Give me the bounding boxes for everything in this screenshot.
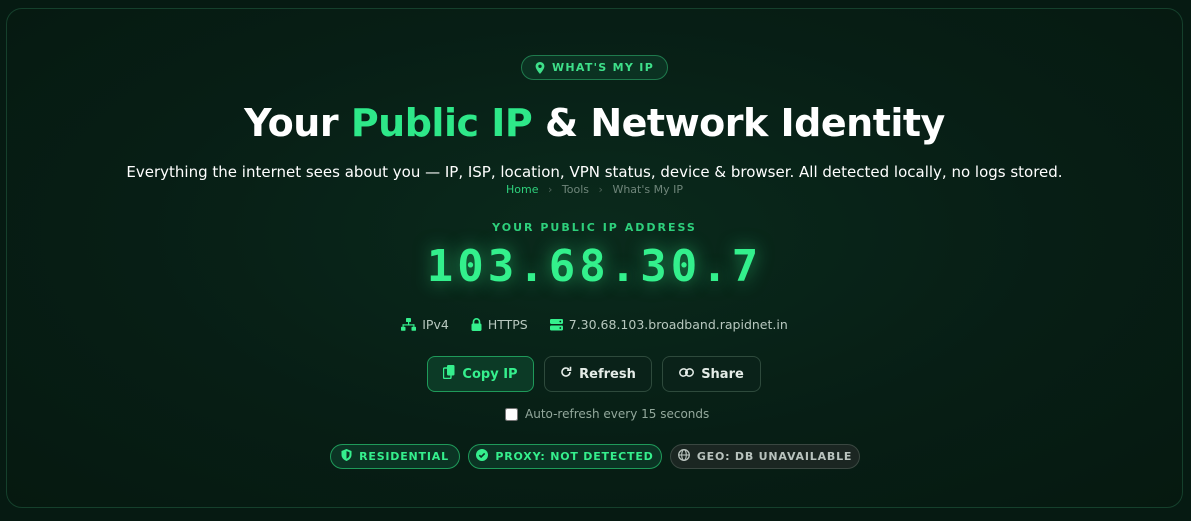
ip-version: IPv4 xyxy=(401,317,449,332)
copy-ip-label: Copy IP xyxy=(462,366,518,382)
badge-label: WHAT'S MY IP xyxy=(551,61,655,74)
chevron-right-icon: › xyxy=(598,183,603,196)
share-button[interactable]: Share xyxy=(662,356,761,392)
lock-icon xyxy=(471,318,482,331)
protocol: HTTPS xyxy=(471,317,528,332)
share-label: Share xyxy=(701,366,744,382)
status-tags: RESIDENTIAL PROXY: NOT DETECTED GEO: DB … xyxy=(330,444,860,469)
ip-card: WHAT'S MY IP Your Public IP & Network Id… xyxy=(6,8,1183,508)
page-subtitle: Everything the internet sees about you —… xyxy=(126,163,1063,181)
title-part-1: Your xyxy=(244,101,351,145)
action-buttons: Copy IP Refresh Share xyxy=(427,356,761,392)
ip-version-text: IPv4 xyxy=(422,317,449,332)
auto-refresh-checkbox[interactable] xyxy=(505,407,518,421)
refresh-button[interactable]: Refresh xyxy=(544,356,652,392)
ip-address-value: 103.68.30.7 xyxy=(426,241,763,292)
hostname-text: 7.30.68.103.broadband.rapidnet.in xyxy=(568,317,788,332)
chevron-right-icon: › xyxy=(548,183,553,196)
residential-badge: RESIDENTIAL xyxy=(330,444,460,469)
refresh-icon xyxy=(560,366,572,382)
page-title: Your Public IP & Network Identity xyxy=(7,101,1182,145)
residential-label: RESIDENTIAL xyxy=(359,450,449,463)
ip-address-label: YOUR PUBLIC IP ADDRESS xyxy=(492,221,697,234)
copy-icon xyxy=(443,365,455,383)
breadcrumb-current: What's My IP xyxy=(612,183,683,196)
auto-refresh-label: Auto-refresh every 15 seconds xyxy=(525,407,710,421)
copy-ip-button[interactable]: Copy IP xyxy=(427,356,534,392)
network-icon xyxy=(401,318,417,331)
breadcrumb: Home › Tools › What's My IP xyxy=(7,183,1182,196)
geo-status-badge: GEO: DB UNAVAILABLE xyxy=(670,444,860,469)
refresh-label: Refresh xyxy=(579,366,636,382)
proxy-status-badge: PROXY: NOT DETECTED xyxy=(468,444,662,469)
title-accent: Public IP xyxy=(350,101,533,145)
hostname: 7.30.68.103.broadband.rapidnet.in xyxy=(549,317,788,332)
globe-icon xyxy=(677,449,690,464)
map-pin-icon xyxy=(535,61,545,74)
shield-icon xyxy=(341,449,352,464)
protocol-text: HTTPS xyxy=(487,317,528,332)
link-icon xyxy=(679,367,695,382)
title-part-2: & Network Identity xyxy=(532,101,945,145)
geo-status-label: GEO: DB UNAVAILABLE xyxy=(696,450,853,463)
connection-meta: IPv4 HTTPS 7.30.68.103.broadband.rapidne… xyxy=(7,317,1182,332)
whats-my-ip-badge: WHAT'S MY IP xyxy=(521,55,668,80)
breadcrumb-home[interactable]: Home xyxy=(506,183,538,196)
auto-refresh-toggle[interactable]: Auto-refresh every 15 seconds xyxy=(505,407,709,421)
server-icon xyxy=(549,318,563,331)
check-circle-icon xyxy=(476,449,489,464)
proxy-status-label: PROXY: NOT DETECTED xyxy=(495,450,654,463)
breadcrumb-tools[interactable]: Tools xyxy=(562,183,589,196)
